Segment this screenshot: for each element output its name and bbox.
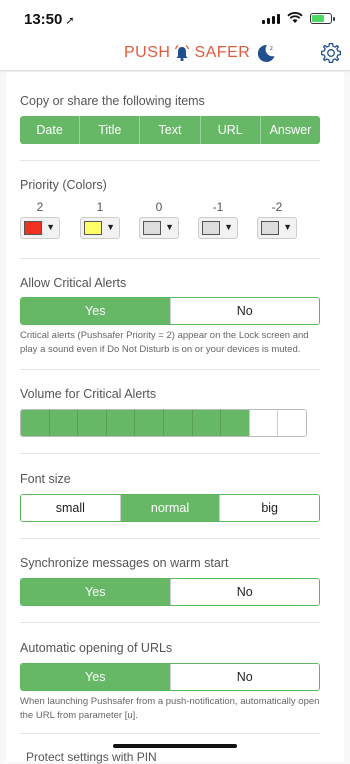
priority-color-picker[interactable]: ▼ [257,217,297,239]
color-swatch [143,221,161,235]
priority-row: 2 ▼ 1 ▼ 0 ▼ -1 ▼ -2 ▼ [20,200,320,244]
font-size-section: Font size small normal big [20,472,320,522]
volume-segment[interactable] [21,410,49,436]
copy-item-text[interactable]: Text [139,116,199,144]
sync-yes-button[interactable]: Yes [21,579,170,605]
priority-level: -1 ▼ [198,200,238,239]
volume-segment[interactable] [248,410,278,436]
volume-segment[interactable] [277,410,306,436]
caret-down-icon: ▼ [46,222,55,232]
font-small-button[interactable]: small [21,495,120,521]
divider [20,160,320,161]
priority-color-picker[interactable]: ▼ [80,217,120,239]
critical-yes-button[interactable]: Yes [21,298,170,324]
clock: 13:50 ➚ [24,11,75,28]
priority-number: -1 [212,200,224,214]
auto-url-no-button[interactable]: No [169,664,319,690]
priority-number: 0 [155,200,163,214]
volume-segment[interactable] [191,410,221,436]
priority-section: Priority (Colors) 2 ▼ 1 ▼ 0 ▼ -1 ▼ -2 ▼ [20,178,320,244]
sync-section: Synchronize messages on warm start Yes N… [20,556,320,606]
battery-icon [310,12,335,24]
volume-segment[interactable] [162,410,192,436]
gear-icon[interactable] [320,42,342,64]
location-arrow-icon: ➚ [65,15,75,27]
volume-section: Volume for Critical Alerts [20,387,320,437]
cellular-signal-icon [262,13,280,24]
volume-label: Volume for Critical Alerts [20,387,157,401]
copy-share-buttons: Date Title Text URL Answer [20,116,320,144]
caret-down-icon: ▼ [165,222,174,232]
copy-item-answer[interactable]: Answer [259,116,320,144]
priority-level: -2 ▼ [257,200,297,239]
divider [20,538,320,539]
wifi-icon [287,12,303,23]
priority-number: -2 [271,200,283,214]
color-swatch [24,221,42,235]
volume-segment[interactable] [105,410,135,436]
font-size-label: Font size [20,472,71,486]
priority-color-picker[interactable]: ▼ [139,217,179,239]
copy-share-section: Copy or share the following items Date Ti… [20,94,320,144]
font-normal-button[interactable]: normal [119,495,220,521]
volume-segment[interactable] [134,410,163,436]
auto-url-note: When launching Pushsafer from a push-not… [20,696,320,721]
font-size-toggle: small normal big [20,494,320,522]
home-indicator[interactable] [113,744,237,748]
caret-down-icon: ▼ [106,222,115,232]
color-swatch [261,221,279,235]
moon-icon[interactable]: z [255,42,277,64]
svg-text:z: z [270,46,273,52]
pin-protect-label: Protect settings with PIN [26,750,157,764]
volume-slider[interactable] [20,409,307,437]
priority-level: 1 ▼ [80,200,120,239]
copy-share-label: Copy or share the following items [20,94,205,108]
auto-url-yes-button[interactable]: Yes [21,664,170,690]
volume-segment[interactable] [220,410,249,436]
auto-url-label: Automatic opening of URLs [20,641,173,655]
priority-number: 2 [36,200,44,214]
copy-item-title[interactable]: Title [79,116,139,144]
critical-alerts-section: Allow Critical Alerts Yes No Critical al… [20,276,320,357]
copy-item-url[interactable]: URL [199,116,260,144]
bell-icon [175,44,190,62]
auto-url-toggle: Yes No [20,663,320,691]
priority-level: 0 ▼ [139,200,179,239]
caret-down-icon: ▼ [224,222,233,232]
sync-toggle: Yes No [20,578,320,606]
copy-item-date[interactable]: Date [20,116,79,144]
priority-label: Priority (Colors) [20,178,107,192]
priority-level: 2 ▼ [20,200,60,239]
divider [20,258,320,259]
critical-alerts-toggle: Yes No [20,297,320,325]
volume-segment[interactable] [48,410,78,436]
divider [20,453,320,454]
divider [20,733,320,734]
auto-url-section: Automatic opening of URLs Yes No When la… [20,641,320,723]
divider [20,622,320,623]
critical-alerts-note: Critical alerts (Pushsafer Priority = 2)… [20,330,309,355]
color-swatch [84,221,102,235]
sync-no-button[interactable]: No [169,579,319,605]
status-bar: 13:50 ➚ [0,0,350,36]
priority-number: 1 [96,200,104,214]
sync-label: Synchronize messages on warm start [20,556,229,570]
font-big-button[interactable]: big [219,495,319,521]
caret-down-icon: ▼ [283,222,292,232]
color-swatch [202,221,220,235]
critical-alerts-label: Allow Critical Alerts [20,276,127,290]
pushsafer-logo: PUSH SAFER [124,44,251,62]
app-header: PUSH SAFER z [0,36,350,71]
priority-color-picker[interactable]: ▼ [198,217,238,239]
volume-segment[interactable] [77,410,106,436]
divider [20,369,320,370]
critical-no-button[interactable]: No [169,298,319,324]
priority-color-picker[interactable]: ▼ [20,217,60,239]
